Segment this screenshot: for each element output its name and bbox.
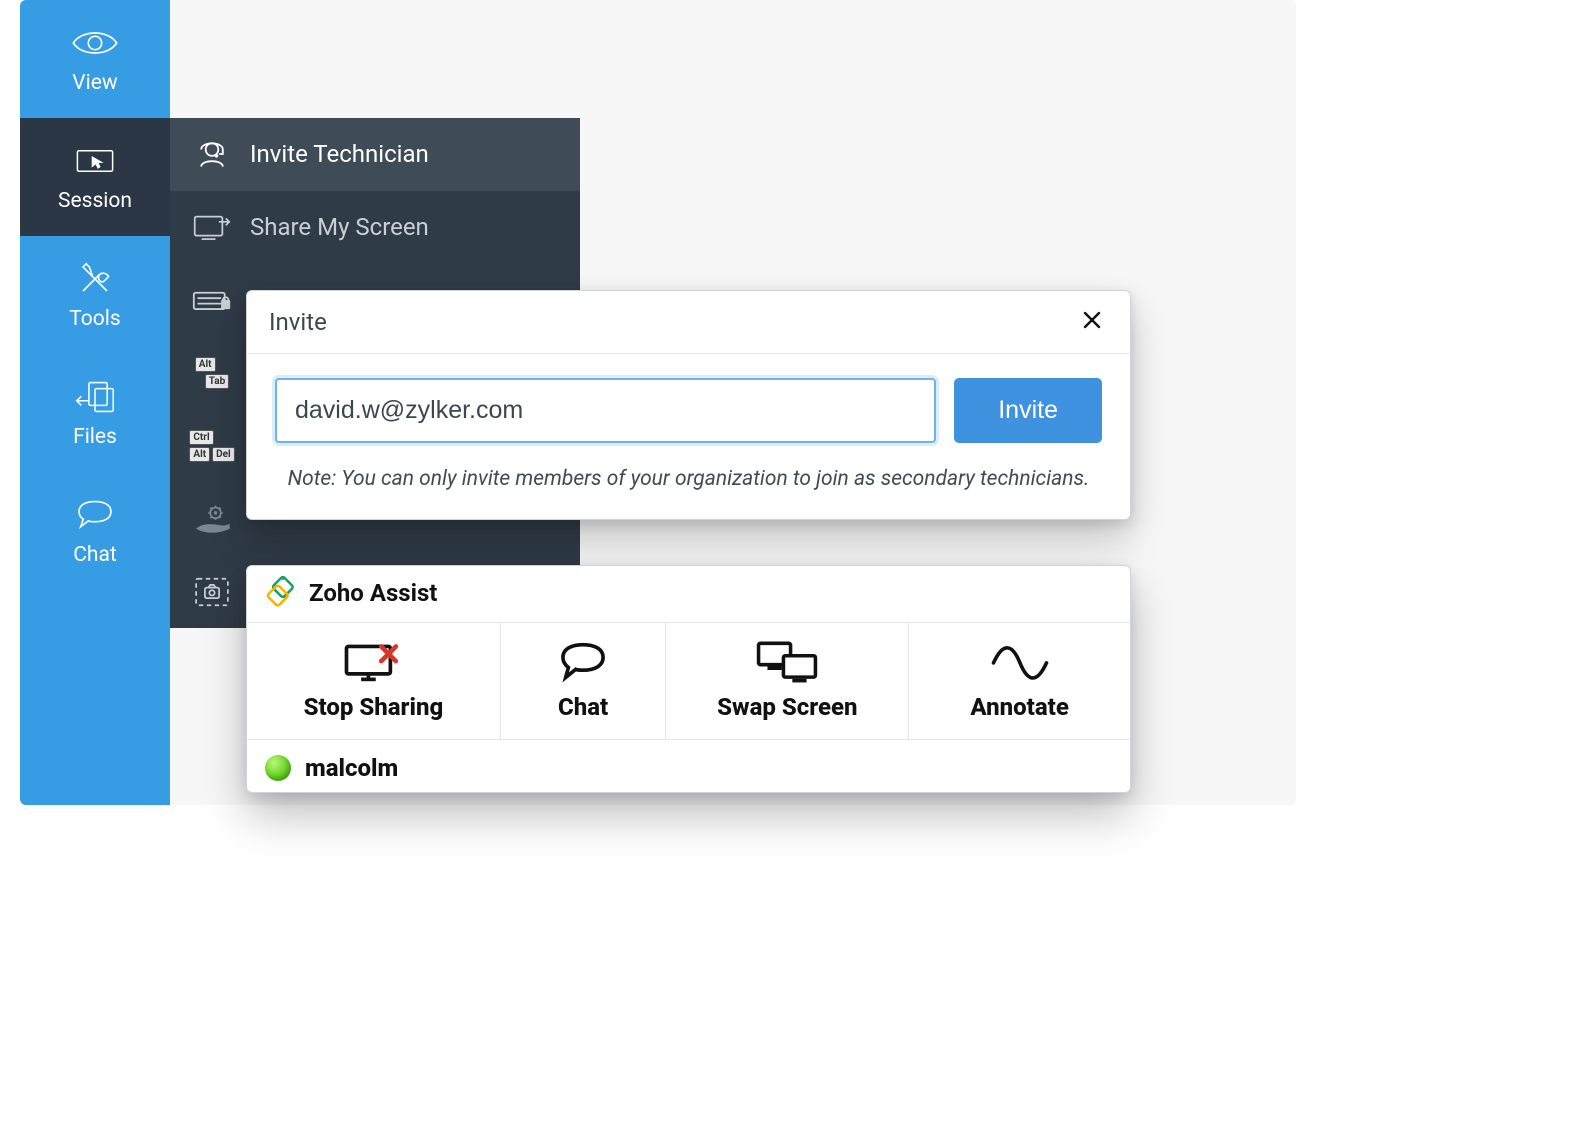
keycap: Ctrl bbox=[189, 430, 213, 445]
ctrl-alt-del-icon: Ctrl AltDel bbox=[192, 431, 232, 461]
menu-item-invite-technician[interactable]: Invite Technician bbox=[170, 118, 580, 191]
sidebar-item-label: Tools bbox=[69, 307, 120, 331]
sidebar-item-view[interactable]: View bbox=[20, 0, 170, 118]
sidebar-item-session[interactable]: Session bbox=[20, 118, 170, 236]
invite-dialog-header: Invite bbox=[247, 291, 1130, 354]
action-stop-sharing[interactable]: Stop Sharing bbox=[247, 623, 501, 739]
annotate-wave-icon bbox=[988, 639, 1052, 685]
invite-dialog: Invite Invite Note: You can only invite … bbox=[246, 290, 1131, 520]
sidebar-item-files[interactable]: Files bbox=[20, 354, 170, 472]
invite-email-input[interactable] bbox=[275, 378, 936, 443]
keycap: Alt bbox=[195, 357, 216, 372]
sidebar: View Session Tools bbox=[20, 0, 170, 805]
invite-button[interactable]: Invite bbox=[954, 378, 1102, 443]
assist-user-row: malcolm bbox=[247, 740, 1130, 792]
action-label: Stop Sharing bbox=[304, 693, 444, 721]
invite-dialog-body: Invite Note: You can only invite members… bbox=[247, 354, 1130, 519]
menu-item-label: Share My Screen bbox=[250, 213, 429, 241]
headset-agent-icon bbox=[192, 134, 232, 174]
close-icon[interactable] bbox=[1076, 305, 1108, 339]
tools-icon bbox=[70, 259, 120, 299]
keyboard-lock-icon bbox=[192, 285, 232, 315]
assist-brand-label: Zoho Assist bbox=[309, 579, 437, 607]
action-chat[interactable]: Chat bbox=[501, 623, 667, 739]
presence-online-icon bbox=[265, 755, 291, 781]
screenshot-select-icon bbox=[192, 577, 232, 607]
sidebar-item-label: Files bbox=[73, 425, 117, 449]
sidebar-item-label: View bbox=[72, 71, 117, 95]
action-label: Chat bbox=[558, 693, 608, 721]
action-label: Annotate bbox=[970, 693, 1068, 721]
monitor-cursor-icon bbox=[70, 141, 120, 181]
swap-screen-icon bbox=[755, 639, 819, 685]
sidebar-item-tools[interactable]: Tools bbox=[20, 236, 170, 354]
eye-icon bbox=[70, 23, 120, 63]
assist-actions: Stop Sharing Chat Swap Screen bbox=[247, 623, 1130, 740]
action-swap-screen[interactable]: Swap Screen bbox=[666, 623, 909, 739]
assist-user-name: malcolm bbox=[305, 754, 398, 782]
files-transfer-icon bbox=[70, 377, 120, 417]
sidebar-item-label: Chat bbox=[73, 543, 117, 567]
keycap: Tab bbox=[205, 374, 229, 389]
keycap: Alt bbox=[189, 447, 210, 462]
zoho-assist-panel: Zoho Assist Stop Sharing Chat bbox=[246, 565, 1131, 793]
menu-item-share-my-screen[interactable]: Share My Screen bbox=[170, 191, 580, 264]
menu-item-label: Invite Technician bbox=[250, 140, 429, 168]
assist-header: Zoho Assist bbox=[247, 566, 1130, 623]
screen-share-icon bbox=[192, 207, 232, 247]
sidebar-item-chat[interactable]: Chat bbox=[20, 472, 170, 590]
chat-icon bbox=[551, 639, 615, 685]
hand-gear-icon bbox=[192, 504, 232, 534]
stop-sharing-icon bbox=[341, 639, 405, 685]
sidebar-item-label: Session bbox=[58, 189, 132, 213]
action-annotate[interactable]: Annotate bbox=[909, 623, 1130, 739]
zoho-assist-logo-icon bbox=[265, 576, 299, 610]
invite-note-text: Note: You can only invite members of you… bbox=[275, 467, 1102, 491]
invite-dialog-title: Invite bbox=[269, 308, 327, 336]
action-label: Swap Screen bbox=[717, 693, 857, 721]
chat-bubble-icon bbox=[70, 495, 120, 535]
alt-tab-icon: Alt Tab bbox=[192, 358, 232, 388]
keycap: Del bbox=[212, 447, 235, 462]
